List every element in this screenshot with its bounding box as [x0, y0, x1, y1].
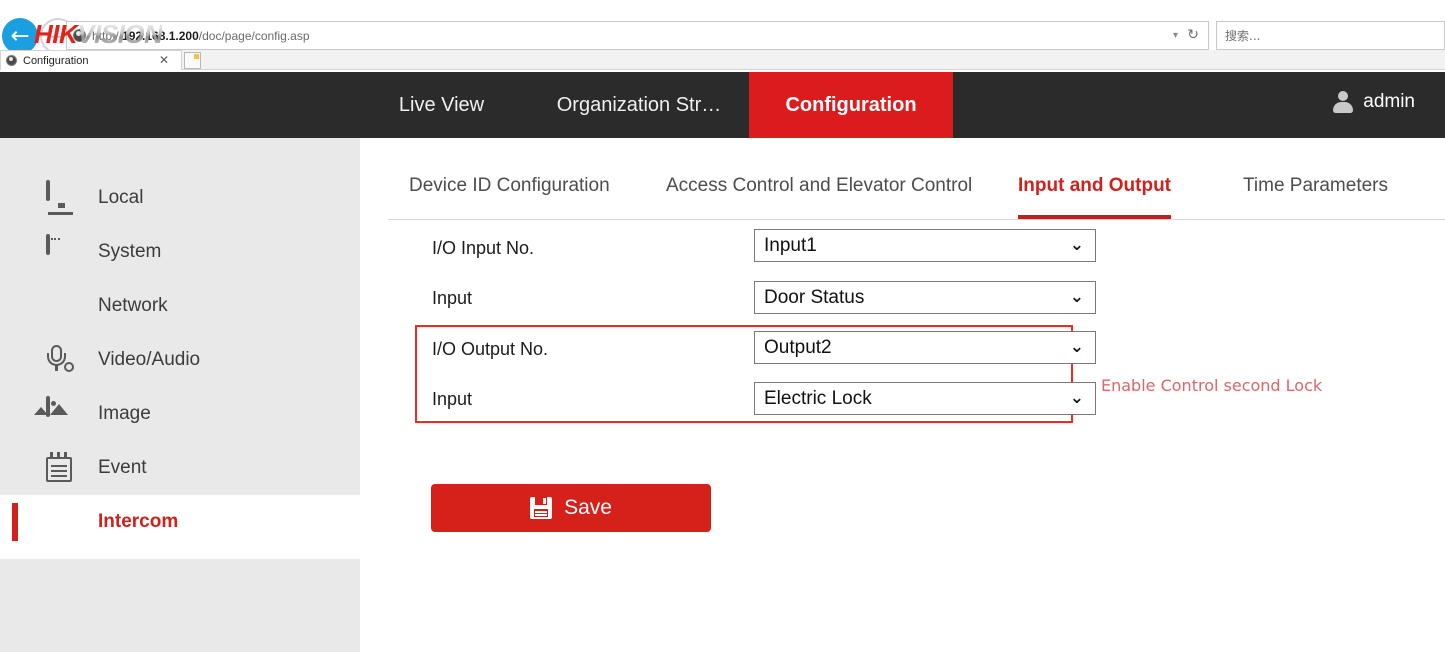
user-avatar-icon	[1332, 90, 1354, 114]
tab-time-parameters[interactable]: Time Parameters	[1243, 162, 1388, 219]
nav-tab-configuration[interactable]: Configuration	[749, 72, 953, 138]
select-value: Input1	[764, 235, 817, 256]
input-source-label: Input	[432, 288, 473, 308]
address-bar[interactable]: http://192.168.1.200/doc/page/config.asp…	[66, 21, 1209, 50]
chevron-down-icon: ⌄	[1069, 235, 1084, 255]
chevron-down-icon: ⌄	[1069, 388, 1084, 408]
reload-icon[interactable]: ↻	[1187, 27, 1199, 43]
main-content: Device ID Configuration Access Control a…	[360, 138, 1445, 652]
input-source-select[interactable]: Door Status ⌄	[754, 281, 1096, 314]
picture-icon	[34, 396, 78, 430]
select-value: Electric Lock	[764, 388, 872, 409]
close-icon[interactable]: ✕	[159, 53, 169, 67]
output-source-label: Input	[432, 389, 473, 409]
chevron-down-icon: ⌄	[1069, 337, 1084, 357]
logo-vision-text: VISION	[77, 19, 163, 49]
io-input-no-label: I/O Input No.	[432, 238, 535, 258]
annotation-note: Enable Control second Lock	[1101, 376, 1323, 395]
nav-tab-label: Organization Str…	[556, 93, 722, 116]
back-arrow-icon: ←	[10, 22, 30, 49]
back-button[interactable]: ←	[2, 18, 38, 54]
nav-tab-label: Configuration	[785, 93, 917, 116]
tab-favicon-icon	[6, 55, 17, 66]
io-input-no-select[interactable]: Input1 ⌄	[754, 229, 1096, 262]
form-row-input-source: Input Door Status ⌄	[432, 281, 1096, 315]
hikvision-logo: HIKVISION	[34, 19, 163, 50]
browser-chrome: ← → http://192.168.1.200/doc/page/config…	[0, 0, 1445, 70]
search-input-placeholder: 搜索...	[1225, 29, 1261, 43]
select-value: Output2	[764, 337, 832, 358]
monitor-icon	[46, 180, 78, 215]
save-button[interactable]: Save	[431, 484, 711, 532]
sidebar-item-intercom[interactable]: Intercom	[0, 495, 360, 549]
io-output-no-select[interactable]: Output2 ⌄	[754, 331, 1096, 364]
logo-hik-text: HIK	[34, 19, 78, 49]
chevron-down-icon: ⌄	[1069, 287, 1084, 307]
address-dropdown-icon[interactable]: ▾	[1173, 30, 1178, 41]
globe-icon	[46, 290, 78, 322]
nav-tab-live-view[interactable]: Live View	[364, 72, 519, 138]
sidebar-item-image[interactable]: Image	[0, 387, 360, 441]
nav-tab-organization-structure[interactable]: Organization Str…	[529, 72, 749, 138]
browser-tab-strip: Configuration ✕	[0, 50, 1445, 70]
sidebar-item-label: Network	[98, 295, 168, 316]
tab-title: Configuration	[23, 54, 89, 67]
nav-tab-label: Live View	[398, 93, 485, 116]
microphone-icon	[46, 344, 78, 376]
sidebar-item-label: Local	[98, 187, 144, 208]
tab-device-id-configuration[interactable]: Device ID Configuration	[409, 162, 610, 219]
floppy-disk-icon	[530, 497, 553, 519]
output-source-select[interactable]: Electric Lock ⌄	[754, 382, 1096, 415]
sidebar-item-network[interactable]: Network	[0, 279, 360, 333]
tab-access-control-and-elevator-control[interactable]: Access Control and Elevator Control	[666, 162, 972, 219]
sidebar-item-label: Intercom	[98, 511, 179, 532]
window-icon	[46, 234, 78, 268]
browser-search-box[interactable]: 搜索...	[1216, 21, 1445, 50]
new-tab-button[interactable]	[184, 52, 201, 69]
browser-nav-row: ← → http://192.168.1.200/doc/page/config…	[0, 18, 1445, 54]
sidebar-item-event[interactable]: Event	[0, 441, 360, 495]
url-path: /doc/page/config.asp	[198, 28, 310, 43]
form-row-output-source: Input Electric Lock ⌄	[432, 382, 1096, 416]
form-row-io-input-no: I/O Input No. Input1 ⌄	[432, 229, 1096, 265]
form-row-io-output-no: I/O Output No. Output2 ⌄	[432, 331, 1096, 366]
sidebar-item-label: Image	[98, 403, 151, 424]
tab-label: Time Parameters	[1243, 175, 1388, 196]
sidebar-item-local[interactable]: Local	[0, 171, 360, 225]
sidebar-item-label: Event	[98, 457, 147, 478]
sidebar-divider	[0, 549, 360, 559]
intercom-device-icon	[46, 506, 78, 538]
user-name-label: admin	[1363, 91, 1415, 112]
sidebar-item-label: System	[98, 241, 162, 262]
sidebar-filler	[0, 559, 360, 652]
content-tab-bar: Device ID Configuration Access Control a…	[388, 162, 1445, 220]
tab-label: Access Control and Elevator Control	[666, 175, 973, 196]
notepad-icon	[46, 452, 78, 484]
sidebar-item-video-audio[interactable]: Video/Audio	[0, 333, 360, 387]
tab-label: Input and Output	[1018, 175, 1172, 196]
browser-tab[interactable]: Configuration ✕	[0, 50, 182, 70]
sidebar: Local System Network Video/Audio Image E…	[0, 138, 360, 652]
user-menu[interactable]: admin	[1332, 90, 1415, 114]
select-value: Door Status	[764, 287, 865, 308]
tab-label: Device ID Configuration	[409, 175, 610, 196]
save-button-label: Save	[564, 496, 612, 519]
tab-input-and-output[interactable]: Input and Output	[1018, 162, 1172, 219]
sidebar-item-system[interactable]: System	[0, 225, 360, 279]
io-output-no-label: I/O Output No.	[432, 339, 549, 359]
sidebar-item-label: Video/Audio	[98, 349, 201, 370]
